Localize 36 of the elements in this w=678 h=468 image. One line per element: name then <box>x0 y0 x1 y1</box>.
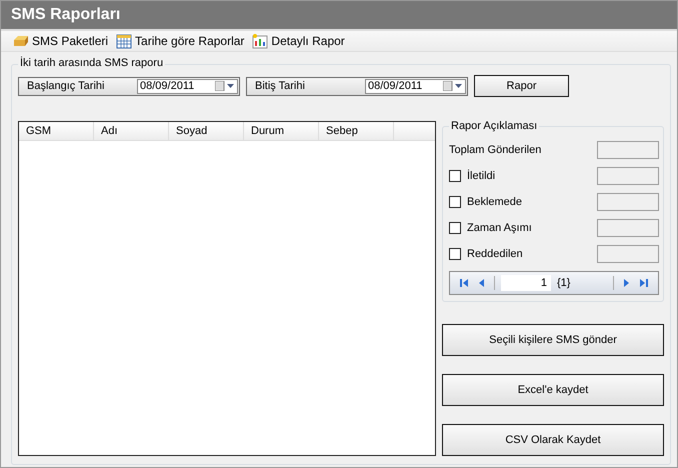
column-header[interactable]: GSM <box>19 122 94 140</box>
calendar-dropdown-icon <box>215 81 235 91</box>
date-picker[interactable]: Bitiş Tarihi 08/09/2011 <box>246 76 468 96</box>
report-icon <box>252 33 268 49</box>
action-button[interactable]: Excel'e kaydet <box>442 374 664 406</box>
status-checkbox[interactable]: Reddedilen <box>449 248 523 260</box>
action-button[interactable]: Seçili kişilere SMS gönder <box>442 324 664 356</box>
count-field <box>597 219 659 237</box>
column-header[interactable]: Durum <box>244 122 319 140</box>
calendar-icon <box>116 33 132 49</box>
window-title: SMS Raporları <box>1 1 677 31</box>
package-icon <box>13 33 29 49</box>
count-field <box>597 141 659 159</box>
status-checkbox[interactable]: İletildi <box>449 170 496 182</box>
status-checkbox[interactable]: Zaman Aşımı <box>449 222 532 234</box>
first-page-icon[interactable] <box>458 277 470 289</box>
action-button[interactable]: CSV Olarak Kaydet <box>442 424 664 456</box>
last-page-icon[interactable] <box>638 277 650 289</box>
date-picker[interactable]: Başlangıç Tarihi 08/09/2011 <box>18 76 240 96</box>
column-header[interactable]: Sebep <box>319 122 394 140</box>
calendar-dropdown-icon <box>443 81 463 91</box>
toolbar-button[interactable]: SMS Paketleri <box>11 31 110 51</box>
page-count: {1} <box>557 277 572 289</box>
count-field <box>597 167 659 185</box>
page-field[interactable]: 1 <box>501 275 551 291</box>
toolbar-button[interactable]: Detaylı Rapor <box>250 31 347 51</box>
count-field <box>597 193 659 211</box>
group-legend: Rapor Açıklaması <box>449 120 540 132</box>
group-legend: İki tarih arasında SMS raporu <box>18 57 166 69</box>
toolbar-button[interactable]: Tarihe göre Raporlar <box>114 31 246 51</box>
total-label: Toplam Gönderilen <box>449 144 542 156</box>
report-button[interactable]: Rapor <box>474 75 569 97</box>
status-checkbox[interactable]: Beklemede <box>449 196 522 208</box>
column-header[interactable]: Soyad <box>169 122 244 140</box>
column-header[interactable]: Adı <box>94 122 169 140</box>
count-field <box>597 245 659 263</box>
